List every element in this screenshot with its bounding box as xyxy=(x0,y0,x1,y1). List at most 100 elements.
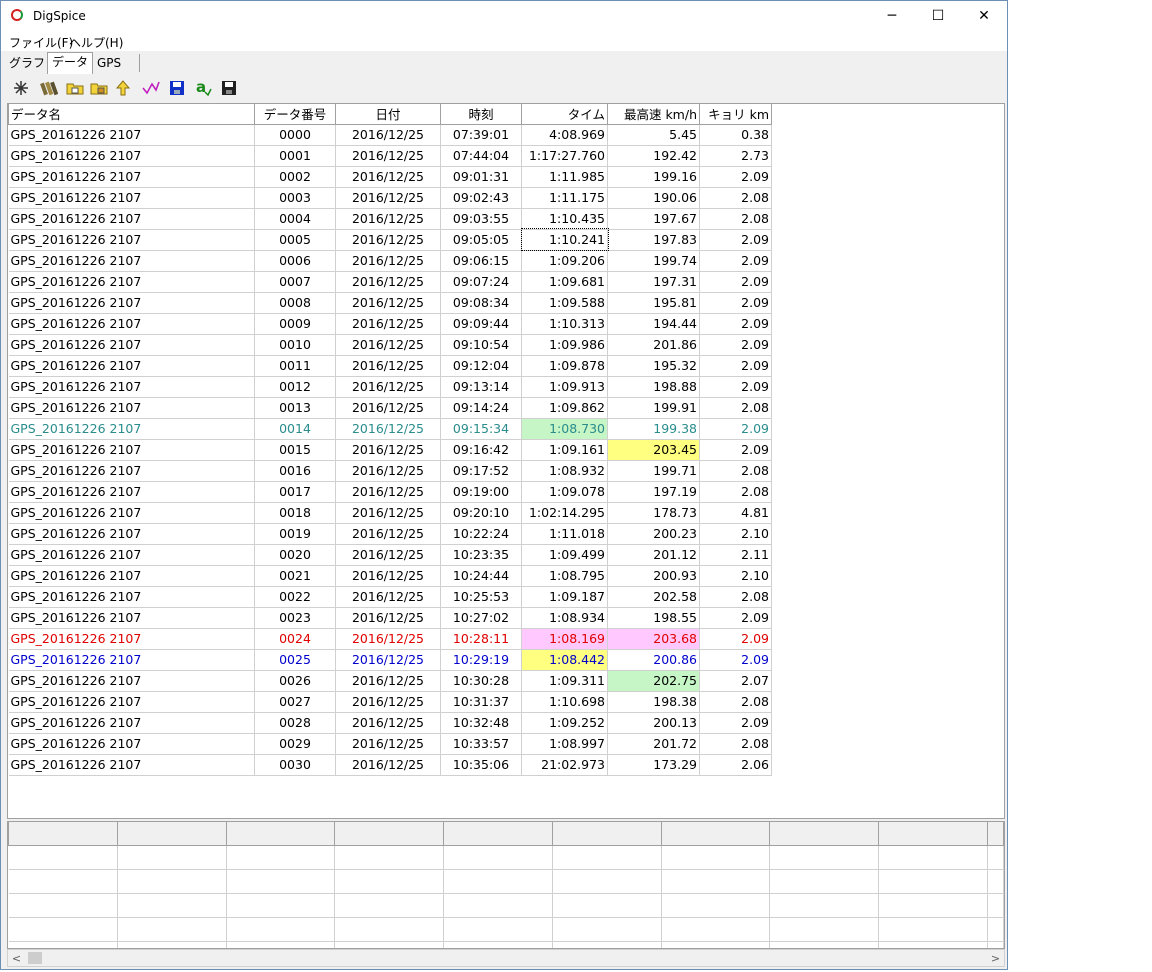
up-arrow-icon[interactable] xyxy=(113,78,133,98)
cell-name[interactable]: GPS_20161226 2107 xyxy=(8,691,255,713)
col-header-name[interactable]: データ名 xyxy=(8,104,255,125)
cell-date[interactable]: 2016/12/25 xyxy=(335,481,441,503)
table-row[interactable]: GPS_20161226 2107 0009 2016/12/25 09:09:44 1… xyxy=(8,313,772,335)
cell-time[interactable]: 09:03:55 xyxy=(440,208,522,230)
cell-distance[interactable]: 2.09 xyxy=(699,649,772,671)
text-a-icon[interactable]: a xyxy=(193,78,213,98)
cell-date[interactable]: 2016/12/25 xyxy=(335,397,441,419)
detail-cell[interactable] xyxy=(661,941,771,948)
cell-name[interactable]: GPS_20161226 2107 xyxy=(8,502,255,524)
cell-distance[interactable]: 2.09 xyxy=(699,292,772,314)
cell-number[interactable]: 0021 xyxy=(254,565,336,587)
cell-name[interactable]: GPS_20161226 2107 xyxy=(8,649,255,671)
cell-date[interactable]: 2016/12/25 xyxy=(335,271,441,293)
table-row[interactable]: GPS_20161226 2107 0007 2016/12/25 09:07:24 1… xyxy=(8,271,772,293)
cell-distance[interactable]: 2.09 xyxy=(699,712,772,734)
cell-number[interactable]: 0030 xyxy=(254,754,336,776)
cell-name[interactable]: GPS_20161226 2107 xyxy=(8,439,255,461)
cell-laptime[interactable]: 1:10.313 xyxy=(521,313,608,335)
cell-name[interactable]: GPS_20161226 2107 xyxy=(8,670,255,692)
cell-number[interactable]: 0014 xyxy=(254,418,336,440)
cell-name[interactable]: GPS_20161226 2107 xyxy=(8,355,255,377)
detail-cell[interactable] xyxy=(769,941,880,948)
cell-distance[interactable]: 2.09 xyxy=(699,418,772,440)
detail-cell[interactable] xyxy=(987,845,1004,870)
cell-laptime[interactable]: 1:08.934 xyxy=(521,607,608,629)
table-row[interactable]: GPS_20161226 2107 0012 2016/12/25 09:13:14 1… xyxy=(8,376,772,398)
cell-name[interactable]: GPS_20161226 2107 xyxy=(8,187,255,209)
cell-max-speed[interactable]: 197.31 xyxy=(607,271,700,293)
cell-time[interactable]: 09:10:54 xyxy=(440,334,522,356)
detail-cell[interactable] xyxy=(8,917,118,942)
cell-number[interactable]: 0000 xyxy=(254,124,336,146)
cell-name[interactable]: GPS_20161226 2107 xyxy=(8,544,255,566)
cell-time[interactable]: 09:15:34 xyxy=(440,418,522,440)
cell-distance[interactable]: 2.09 xyxy=(699,439,772,461)
detail-cell[interactable] xyxy=(443,869,553,894)
cell-distance[interactable]: 2.08 xyxy=(699,187,772,209)
cell-max-speed[interactable]: 203.68 xyxy=(607,628,700,650)
cell-name[interactable]: GPS_20161226 2107 xyxy=(8,628,255,650)
cell-laptime[interactable]: 1:11.175 xyxy=(521,187,608,209)
cell-time[interactable]: 09:02:43 xyxy=(440,187,522,209)
detail-grid[interactable] xyxy=(7,821,1005,949)
cell-distance[interactable]: 2.08 xyxy=(699,397,772,419)
cell-number[interactable]: 0001 xyxy=(254,145,336,167)
table-row[interactable]: GPS_20161226 2107 0006 2016/12/25 09:06:15 1… xyxy=(8,250,772,272)
cell-number[interactable]: 0026 xyxy=(254,670,336,692)
cell-name[interactable]: GPS_20161226 2107 xyxy=(8,145,255,167)
folder-lock-icon[interactable] xyxy=(89,78,109,98)
cell-laptime[interactable]: 1:08.932 xyxy=(521,460,608,482)
cell-laptime[interactable]: 1:08.795 xyxy=(521,565,608,587)
detail-cell[interactable] xyxy=(117,893,227,918)
cell-laptime[interactable]: 1:08.169 xyxy=(521,628,608,650)
cell-time[interactable]: 09:01:31 xyxy=(440,166,522,188)
cell-laptime[interactable]: 1:09.878 xyxy=(521,355,608,377)
cell-laptime[interactable]: 1:10.698 xyxy=(521,691,608,713)
cell-time[interactable]: 10:28:11 xyxy=(440,628,522,650)
detail-cell[interactable] xyxy=(443,893,553,918)
cell-date[interactable]: 2016/12/25 xyxy=(335,208,441,230)
table-row[interactable]: GPS_20161226 2107 0008 2016/12/25 09:08:34 1… xyxy=(8,292,772,314)
table-row[interactable]: GPS_20161226 2107 0024 2016/12/25 10:28:11 1… xyxy=(8,628,772,650)
cell-number[interactable]: 0018 xyxy=(254,502,336,524)
menu-file[interactable]: ファイル(F) xyxy=(9,34,73,51)
detail-col-header[interactable] xyxy=(116,822,227,846)
cell-distance[interactable]: 2.08 xyxy=(699,460,772,482)
col-header-number[interactable]: データ番号 xyxy=(254,104,336,125)
cell-date[interactable]: 2016/12/25 xyxy=(335,649,441,671)
cell-max-speed[interactable]: 202.75 xyxy=(607,670,700,692)
cell-date[interactable]: 2016/12/25 xyxy=(335,691,441,713)
table-row[interactable]: GPS_20161226 2107 0000 2016/12/25 07:39:01 4… xyxy=(8,124,772,146)
cell-max-speed[interactable]: 199.71 xyxy=(607,460,700,482)
table-row[interactable]: GPS_20161226 2107 0026 2016/12/25 10:30:28 1… xyxy=(8,670,772,692)
cell-date[interactable]: 2016/12/25 xyxy=(335,187,441,209)
cell-date[interactable]: 2016/12/25 xyxy=(335,166,441,188)
table-row[interactable]: GPS_20161226 2107 0019 2016/12/25 10:22:24 1… xyxy=(8,523,772,545)
data-grid[interactable]: データ名 データ番号 日付 時刻 タイム 最高速 km/h キョリ km GPS… xyxy=(7,103,1005,819)
detail-cell[interactable] xyxy=(878,869,988,894)
scroll-right-icon[interactable]: > xyxy=(987,950,1004,966)
cell-laptime[interactable]: 1:09.252 xyxy=(521,712,608,734)
cell-name[interactable]: GPS_20161226 2107 xyxy=(8,586,255,608)
cell-max-speed[interactable]: 198.55 xyxy=(607,607,700,629)
cell-distance[interactable]: 2.09 xyxy=(699,334,772,356)
cell-date[interactable]: 2016/12/25 xyxy=(335,313,441,335)
cell-laptime[interactable]: 1:08.730 xyxy=(521,418,608,440)
cell-number[interactable]: 0024 xyxy=(254,628,336,650)
cell-distance[interactable]: 2.09 xyxy=(699,355,772,377)
cell-name[interactable]: GPS_20161226 2107 xyxy=(8,208,255,230)
cell-date[interactable]: 2016/12/25 xyxy=(335,145,441,167)
cell-max-speed[interactable]: 199.74 xyxy=(607,250,700,272)
detail-cell[interactable] xyxy=(443,917,553,942)
cell-max-speed[interactable]: 199.38 xyxy=(607,418,700,440)
detail-cell[interactable] xyxy=(987,917,1004,942)
cell-date[interactable]: 2016/12/25 xyxy=(335,355,441,377)
table-row[interactable]: GPS_20161226 2107 0001 2016/12/25 07:44:04 1… xyxy=(8,145,772,167)
col-header-distance[interactable]: キョリ km xyxy=(699,104,772,125)
cell-number[interactable]: 0006 xyxy=(254,250,336,272)
detail-row[interactable] xyxy=(8,917,1004,942)
cell-distance[interactable]: 2.11 xyxy=(699,544,772,566)
maximize-button[interactable]: ☐ xyxy=(915,1,961,31)
detail-col-header[interactable] xyxy=(334,822,445,846)
